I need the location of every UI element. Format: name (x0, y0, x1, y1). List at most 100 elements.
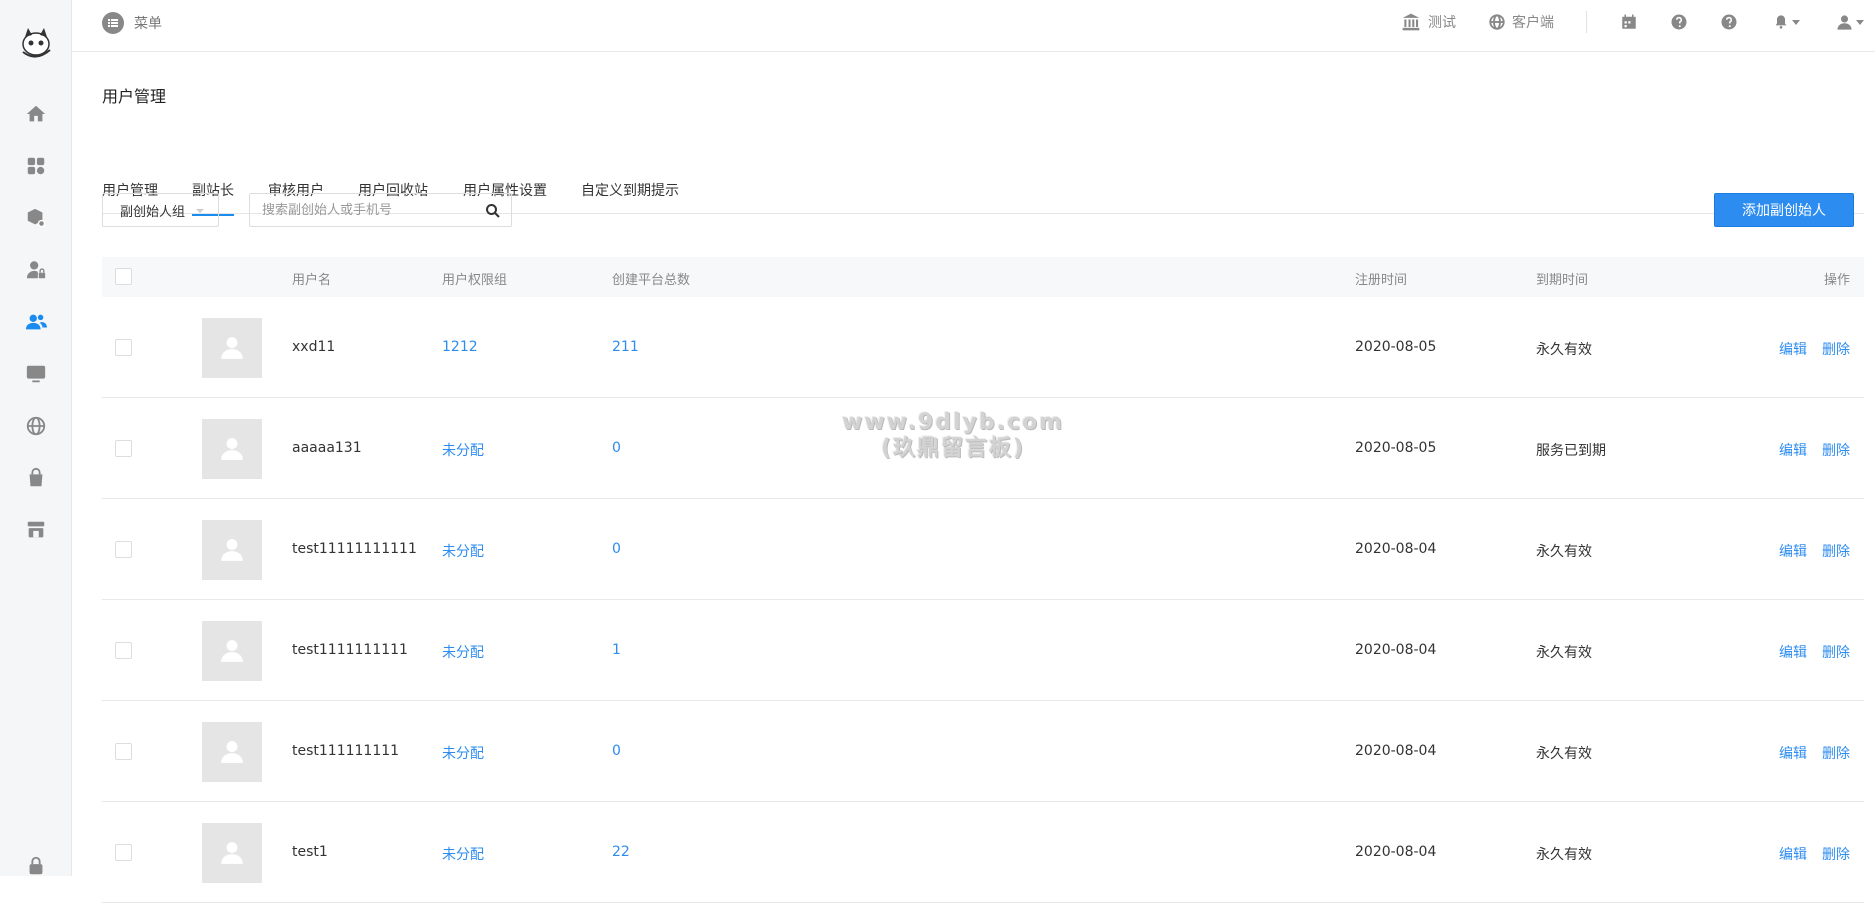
row-checkbox[interactable] (115, 541, 132, 558)
sidebar-item-user-lock[interactable] (0, 246, 72, 294)
bell-icon (1775, 15, 1786, 29)
lock-icon (29, 856, 43, 875)
registered-date: 2020-08-05 (1355, 339, 1437, 355)
sidebar-item-monitor[interactable] (0, 350, 72, 398)
username: test11111111111 (292, 541, 417, 557)
table-row: test1111111111 未分配 1 2020-08-04 永久有效 编辑 … (102, 600, 1864, 701)
sidebar-item-packages[interactable] (0, 194, 72, 242)
platforms-link[interactable]: 0 (612, 440, 621, 456)
question-icon (1721, 14, 1737, 30)
avatar (202, 419, 262, 479)
menu-toggle[interactable]: 菜单 (102, 12, 162, 34)
username: test1 (292, 844, 328, 860)
sidebar-item-home[interactable] (0, 90, 72, 138)
default-avatar-icon (221, 438, 243, 460)
notifications-button[interactable] (1769, 12, 1803, 32)
edit-button[interactable]: 编辑 (1779, 844, 1807, 864)
top-bar: 菜单 测试 客户端 (72, 0, 1875, 52)
expiry-status: 永久有效 (1536, 645, 1592, 661)
expiry-status: 服务已到期 (1536, 443, 1606, 459)
registered-date: 2020-08-04 (1355, 642, 1437, 658)
expiry-status: 永久有效 (1536, 544, 1592, 560)
platforms-link[interactable]: 22 (612, 844, 630, 860)
username: aaaaa131 (292, 440, 362, 456)
table-row: test1 未分配 22 2020-08-04 永久有效 编辑 删除 (102, 802, 1864, 903)
header-expires: 到期时间 (1536, 273, 1589, 288)
delete-button[interactable]: 删除 (1822, 440, 1850, 460)
avatar (202, 722, 262, 782)
help-button[interactable] (1669, 12, 1689, 32)
sidebar-item-store[interactable] (0, 506, 72, 554)
home-icon (26, 105, 46, 122)
test-link[interactable]: 测试 (1400, 12, 1456, 32)
platforms-link[interactable]: 211 (612, 339, 639, 355)
sidebar-item-bag[interactable] (0, 454, 72, 502)
chevron-down-icon (196, 209, 204, 213)
group-link[interactable]: 未分配 (442, 642, 484, 662)
watermark-name: (玖鼎留言板) (880, 436, 1026, 461)
delete-button[interactable]: 删除 (1822, 642, 1850, 662)
chevron-down-icon (1791, 19, 1800, 25)
edit-button[interactable]: 编辑 (1779, 642, 1807, 662)
platforms-link[interactable]: 0 (612, 541, 621, 557)
list-icon (102, 12, 124, 34)
package-settings-icon (27, 208, 46, 228)
client-link-label: 客户端 (1512, 15, 1554, 31)
username: xxd11 (292, 339, 336, 355)
table-row: xxd11 1212 211 2020-08-05 永久有效 编辑 删除 (102, 297, 1864, 398)
default-avatar-icon (221, 337, 243, 359)
default-avatar-icon (221, 640, 243, 662)
calendar-button[interactable] (1619, 12, 1639, 32)
globe-icon (26, 416, 46, 436)
app-logo[interactable] (16, 22, 56, 62)
edit-button[interactable]: 编辑 (1779, 743, 1807, 763)
group-link[interactable]: 未分配 (442, 440, 484, 460)
row-checkbox[interactable] (115, 339, 132, 356)
sidebar-item-apps[interactable] (0, 142, 72, 190)
delete-button[interactable]: 删除 (1822, 743, 1850, 763)
sidebar-item-globe[interactable] (0, 402, 72, 450)
sidebar-item-users[interactable] (0, 298, 72, 346)
group-link[interactable]: 1212 (442, 339, 478, 355)
row-checkbox[interactable] (115, 642, 132, 659)
sidebar (0, 0, 72, 876)
default-avatar-icon (221, 842, 243, 864)
search-icon[interactable] (485, 203, 501, 219)
header-platforms: 创建平台总数 (612, 273, 691, 288)
edit-button[interactable]: 编辑 (1779, 440, 1807, 460)
row-checkbox[interactable] (115, 440, 132, 457)
divider (1586, 11, 1587, 33)
bag-icon (29, 467, 43, 487)
delete-button[interactable]: 删除 (1822, 339, 1850, 359)
group-link[interactable]: 未分配 (442, 743, 484, 763)
help-button-2[interactable] (1719, 12, 1739, 32)
row-checkbox[interactable] (115, 844, 132, 861)
bank-icon (1402, 13, 1420, 31)
username: test1111111111 (292, 642, 408, 658)
store-icon (27, 521, 45, 538)
search-box (249, 193, 512, 227)
platforms-link[interactable]: 0 (612, 743, 621, 759)
add-deputy-founder-button[interactable]: 添加副创始人 (1714, 193, 1854, 227)
delete-button[interactable]: 删除 (1822, 541, 1850, 561)
edit-button[interactable]: 编辑 (1779, 339, 1807, 359)
row-checkbox[interactable] (115, 743, 132, 760)
edit-button[interactable]: 编辑 (1779, 541, 1807, 561)
group-link[interactable]: 未分配 (442, 541, 484, 561)
expiry-status: 永久有效 (1536, 847, 1592, 863)
user-menu-button[interactable] (1833, 12, 1867, 32)
select-all-checkbox[interactable] (115, 268, 132, 285)
table-header: 用户名 用户权限组 创建平台总数 注册时间 到期时间 操作 (102, 257, 1864, 297)
registered-date: 2020-08-04 (1355, 743, 1437, 759)
group-link[interactable]: 未分配 (442, 844, 484, 864)
platforms-link[interactable]: 1 (612, 642, 621, 658)
monitor-icon (26, 365, 46, 383)
delete-button[interactable]: 删除 (1822, 844, 1850, 864)
sidebar-item-lock[interactable] (0, 855, 72, 876)
table-row: test11111111111 未分配 0 2020-08-04 永久有效 编辑… (102, 499, 1864, 600)
group-select[interactable]: 副创始人组 (102, 193, 219, 227)
search-input[interactable] (250, 194, 475, 226)
tab-custom-expiry-notice[interactable]: 自定义到期提示 (581, 180, 679, 214)
avatar (202, 621, 262, 681)
client-link[interactable]: 客户端 (1488, 12, 1554, 32)
